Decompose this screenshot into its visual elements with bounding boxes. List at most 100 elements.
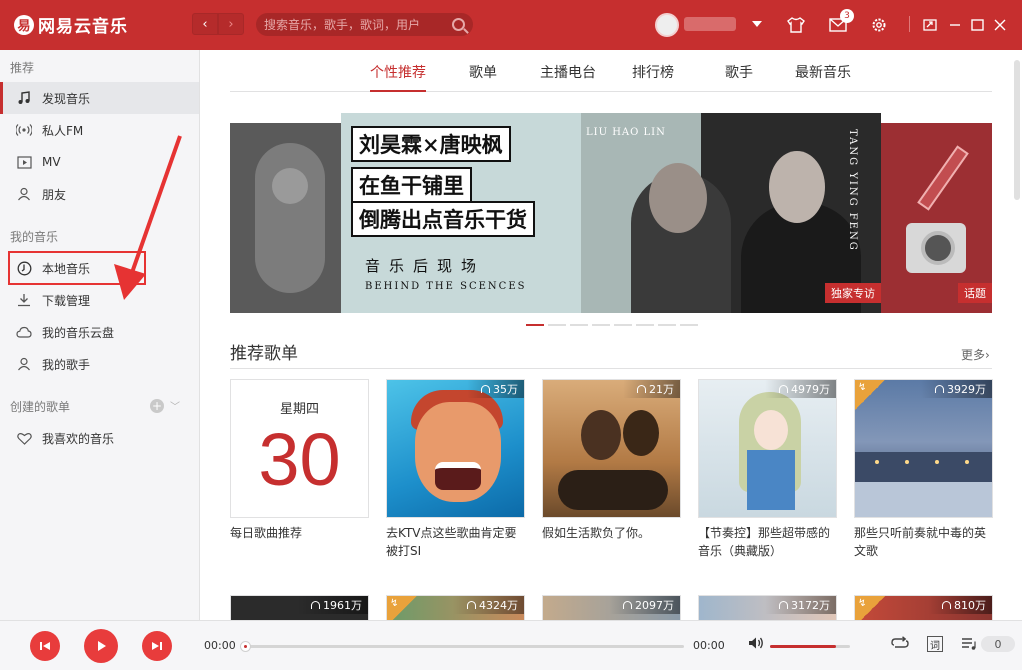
banner-next-tag: 话题 — [958, 283, 992, 303]
minimize-icon[interactable] — [944, 14, 966, 36]
corner-tag: ↯ — [387, 596, 417, 620]
tab-new-music[interactable]: 最新音乐 — [795, 62, 851, 92]
prev-icon — [40, 642, 50, 650]
banner-dot[interactable] — [658, 324, 676, 326]
prev-button[interactable] — [30, 631, 60, 661]
sidebar-item-discover-music[interactable]: 发现音乐 — [0, 82, 199, 114]
sidebar-item-mv[interactable]: MV — [0, 146, 199, 178]
lyric-button[interactable]: 词 — [927, 636, 943, 652]
tab-singers[interactable]: 歌手 — [725, 62, 753, 92]
sidebar-item-download[interactable]: 下载管理 — [0, 284, 199, 316]
banner-dot[interactable] — [592, 324, 610, 326]
playlist-cover[interactable]: 2097万 — [542, 595, 681, 620]
volume-slider[interactable] — [770, 645, 850, 648]
banner-headline-1: 刘昊霖×唐映枫 — [351, 126, 511, 162]
banner-dot[interactable] — [614, 324, 632, 326]
caret-down-icon[interactable] — [752, 21, 762, 27]
loop-icon[interactable] — [891, 636, 909, 654]
add-playlist-icon[interactable]: + — [150, 398, 164, 413]
download-icon — [16, 292, 32, 308]
sidebar-item-my-singers[interactable]: 我的歌手 — [0, 348, 199, 380]
next-button[interactable] — [142, 631, 172, 661]
skin-icon[interactable] — [785, 14, 807, 36]
playlist-card[interactable]: ↯ 3929万 那些只听前奏就中毒的英文歌 — [854, 379, 993, 560]
playlist-card-title[interactable]: 去KTV点这些歌曲肯定要被打SI — [386, 524, 525, 560]
playlist-cover[interactable]: ↯ 4324万 — [386, 595, 525, 620]
sidebar-item-label: 下载管理 — [42, 293, 91, 308]
more-link[interactable]: 更多› — [961, 346, 990, 363]
playlist-card[interactable]: 4979万 【节奏控】那些超带感的音乐（典藏版） — [698, 379, 837, 560]
banner-dot[interactable] — [680, 324, 698, 326]
playlist-card[interactable]: 35万 去KTV点这些歌曲肯定要被打SI — [386, 379, 525, 560]
search-input[interactable] — [264, 17, 452, 32]
user-avatar[interactable] — [655, 13, 679, 37]
playlist-card-daily[interactable]: 星期四 30 每日歌曲推荐 — [230, 379, 369, 542]
playlist-cover[interactable]: ↯ 810万 — [854, 595, 993, 620]
playlist-card-title[interactable]: 【节奏控】那些超带感的音乐（典藏版） — [698, 524, 837, 560]
sidebar-item-liked-music[interactable]: 我喜欢的音乐 — [0, 422, 199, 454]
playlist-cover[interactable]: 1961万 — [230, 595, 369, 620]
playlist-cover[interactable]: 3172万 — [698, 595, 837, 620]
main-scrollbar[interactable] — [1014, 60, 1020, 200]
banner-prev-slide[interactable] — [230, 123, 341, 313]
playlist-cover[interactable]: 35万 — [386, 379, 525, 518]
sidebar-item-cloud-disk[interactable]: 我的音乐云盘 — [0, 316, 199, 348]
progress-bar[interactable] — [240, 641, 684, 652]
banner-next-slide[interactable]: 话题 — [881, 123, 992, 313]
playlist-cover[interactable]: ↯ 3929万 — [854, 379, 993, 518]
play-button[interactable] — [84, 629, 118, 663]
banner-face-right — [769, 151, 825, 223]
gear-icon[interactable] — [868, 14, 890, 36]
play-count: 21万 — [623, 380, 680, 398]
maximize-icon[interactable] — [966, 14, 988, 36]
playlist-queue[interactable]: 0 — [961, 636, 1015, 652]
cover-city-light — [875, 460, 879, 464]
section-divider — [230, 368, 992, 369]
progress-knob[interactable] — [240, 641, 251, 652]
tab-playlists[interactable]: 歌单 — [469, 62, 497, 92]
playlist-card[interactable]: 2097万 — [542, 595, 681, 620]
playlist-card-title[interactable]: 那些只听前奏就中毒的英文歌 — [854, 524, 993, 560]
sidebar-item-private-fm[interactable]: 私人FM — [0, 114, 199, 146]
banner-dot[interactable] — [636, 324, 654, 326]
playlist-card[interactable]: ↯ 810万 — [854, 595, 993, 620]
play-count-value: 2097万 — [635, 599, 674, 612]
corner-tag: ↯ — [855, 380, 885, 410]
app-logo[interactable]: 易 网易云音乐 — [14, 12, 128, 37]
username-redacted[interactable] — [684, 17, 736, 31]
playlist-card[interactable]: 21万 假如生活欺负了你。 — [542, 379, 681, 542]
playlist-card[interactable]: ↯ 4324万 — [386, 595, 525, 620]
playlist-card-title[interactable]: 假如生活欺负了你。 — [542, 524, 681, 542]
queue-count: 0 — [981, 636, 1015, 652]
cover-anime-body — [747, 450, 795, 510]
chevron-down-icon[interactable]: ﹀ — [170, 398, 180, 413]
banner-prev-illustration — [255, 143, 325, 293]
playlist-cover[interactable]: 4979万 — [698, 379, 837, 518]
sidebar-item-friends[interactable]: 朋友 — [0, 178, 199, 210]
forward-button[interactable]: › — [218, 13, 244, 35]
banner-dot[interactable] — [570, 324, 588, 326]
playlist-card-title[interactable]: 每日歌曲推荐 — [230, 524, 369, 542]
playlist-card[interactable]: 3172万 — [698, 595, 837, 620]
banner-carousel[interactable]: 话题 LIU HAO LIN TANG YING FENG 刘昊霖×唐映枫 在鱼… — [230, 113, 992, 313]
search-icon[interactable] — [452, 18, 465, 31]
play-count-value: 1961万 — [323, 599, 362, 612]
mini-mode-icon[interactable] — [919, 14, 941, 36]
tab-radio[interactable]: 主播电台 — [540, 62, 596, 92]
playlist-cover[interactable]: 21万 — [542, 379, 681, 518]
playlist-card[interactable]: 1961万 — [230, 595, 369, 620]
tab-charts[interactable]: 排行榜 — [632, 62, 674, 92]
banner-current-slide[interactable]: LIU HAO LIN TANG YING FENG 刘昊霖×唐映枫 在鱼干铺里… — [341, 113, 881, 313]
tab-personal-recommend[interactable]: 个性推荐 — [370, 62, 426, 92]
search-box[interactable] — [256, 13, 473, 36]
banner-dot[interactable] — [548, 324, 566, 326]
banner-dot[interactable] — [526, 324, 544, 326]
volume-icon[interactable] — [748, 636, 764, 654]
close-icon[interactable] — [989, 14, 1011, 36]
daily-weekday: 星期四 — [279, 402, 319, 417]
back-button[interactable]: ‹ — [192, 13, 218, 35]
cover-city-bridge — [855, 452, 992, 482]
daily-recommend-tile[interactable]: 星期四 30 — [230, 379, 369, 518]
play-count: 35万 — [467, 380, 524, 398]
headphone-icon — [779, 385, 788, 393]
